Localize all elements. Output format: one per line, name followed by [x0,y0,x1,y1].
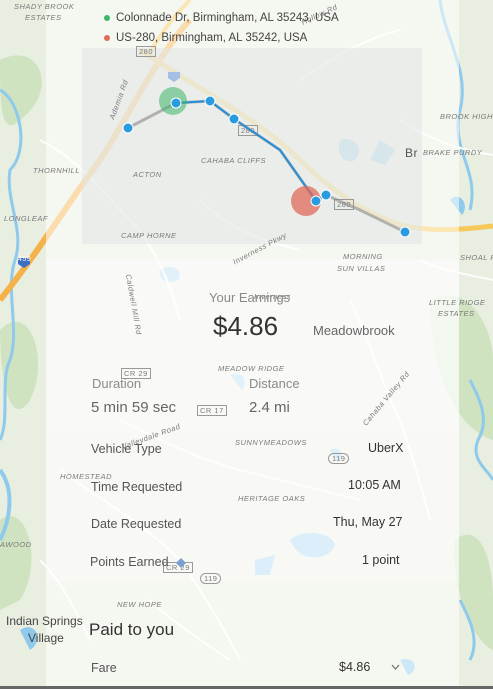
distance-value: 2.4 mi [249,399,290,416]
fare-label: Fare [91,661,117,675]
vehicle-type-value: UberX [368,441,404,455]
paid-to-you-title: Paid to you [89,620,175,639]
time-requested-value: 10:05 AM [348,478,401,492]
points-earned-value: 1 point [362,553,400,567]
earnings-label: Your Earnings [209,290,291,305]
distance-label: Distance [249,376,300,391]
route-point-icon [122,122,134,134]
date-requested-label: Date Requested [91,517,182,531]
route-point-icon [310,195,322,207]
duration-value: 5 min 59 sec [91,399,177,416]
date-requested-value: Thu, May 27 [333,515,403,529]
vehicle-type-label: Vehicle Type [91,442,162,456]
route-point-icon [228,113,240,125]
fare-value: $4.86 [339,660,371,674]
time-requested-label: Time Requested [91,480,183,494]
route-point-icon [170,97,182,109]
route-point-icon [204,95,216,107]
route-path-shadow [127,99,406,234]
earnings-amount: $4.86 [213,311,279,341]
route-path [175,99,327,203]
route-point-icon [320,189,332,201]
trip-route-map[interactable] [0,0,493,689]
route-point-icon [399,226,411,238]
duration-label: Duration [92,376,142,391]
points-earned-row: Points Earned [90,555,187,569]
points-earned-label: Points Earned [90,555,169,569]
diamond-icon [176,557,187,568]
chevron-down-icon[interactable] [391,664,400,671]
